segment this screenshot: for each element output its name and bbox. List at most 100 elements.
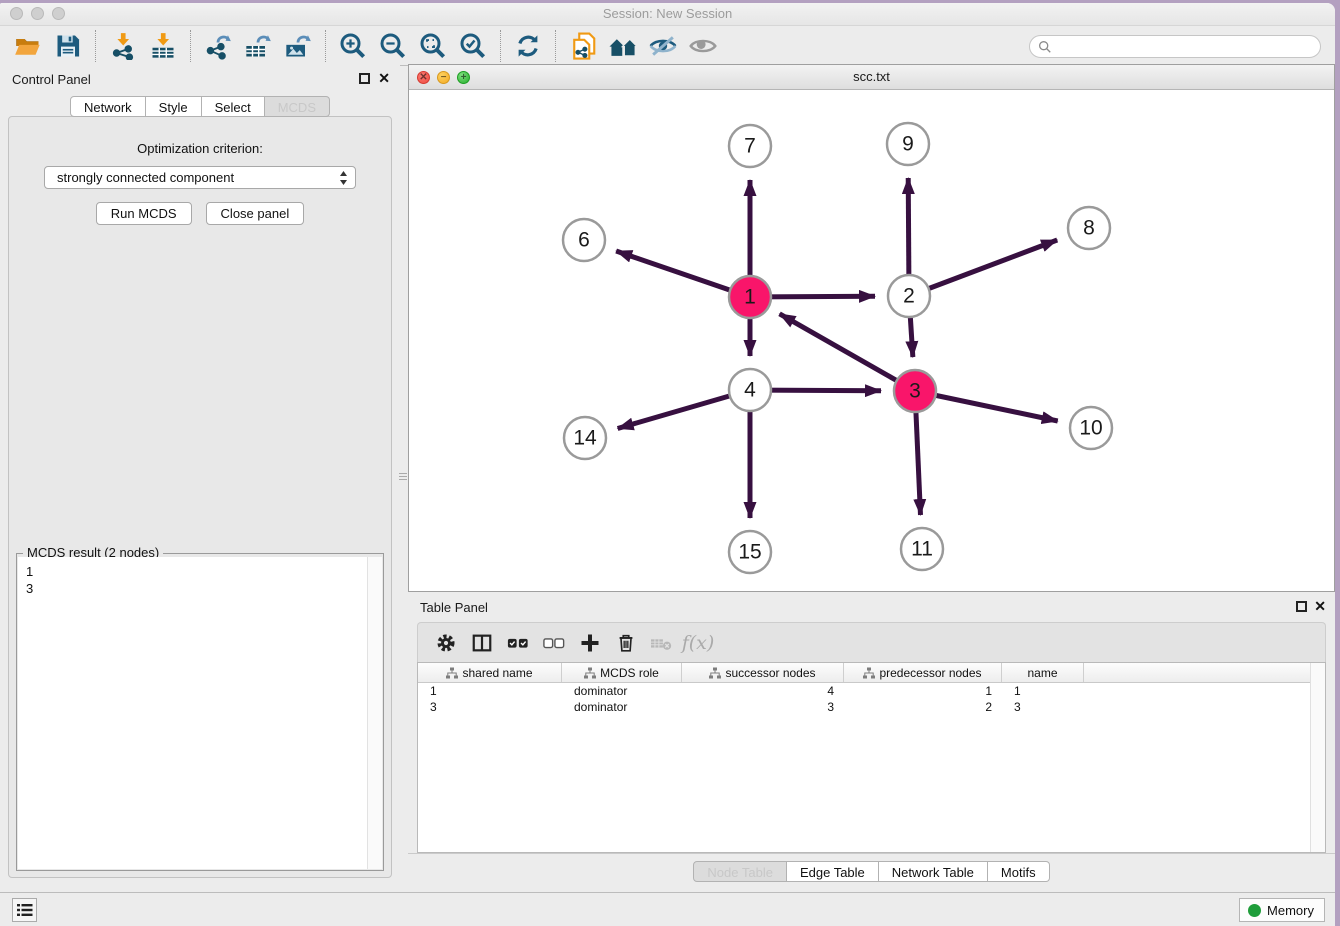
float-panel-icon[interactable] — [359, 73, 370, 84]
delete-column-button[interactable] — [608, 628, 644, 658]
network-canvas[interactable]: 7 9 6 8 1 2 4 3 14 10 15 11 — [409, 90, 1334, 591]
maximize-window-button[interactable] — [52, 7, 65, 20]
table-row: 1dominator411 — [418, 683, 1325, 699]
table-cell[interactable]: 1 — [1002, 683, 1084, 699]
network-minimize-button[interactable]: − — [437, 71, 450, 84]
network-window-titlebar[interactable]: ✕ − + scc.txt — [409, 65, 1334, 90]
graph-edge-2-8[interactable] — [909, 240, 1057, 296]
graph-node-9[interactable]: 9 — [887, 123, 929, 165]
graph-node-label: 9 — [902, 133, 914, 156]
table-cell[interactable]: 3 — [682, 699, 844, 715]
refresh-button[interactable] — [511, 29, 545, 63]
tab-select[interactable]: Select — [202, 96, 265, 117]
zoom-out-button[interactable] — [376, 29, 410, 63]
zoom-in-button[interactable] — [336, 29, 370, 63]
table-cell[interactable]: 1 — [418, 683, 562, 699]
table-cell[interactable]: 3 — [418, 699, 562, 715]
zoom-selected-button[interactable] — [456, 29, 490, 63]
result-lines: 13 — [18, 557, 382, 597]
copy-network-button[interactable] — [566, 29, 600, 63]
column-header-successor-nodes[interactable]: successor nodes — [682, 663, 844, 682]
graph-node-11[interactable]: 11 — [901, 528, 943, 570]
column-header-MCDS-role[interactable]: MCDS role — [562, 663, 682, 682]
column-header-predecessor-nodes[interactable]: predecessor nodes — [844, 663, 1002, 682]
graph-node-6[interactable]: 6 — [563, 219, 605, 261]
result-line[interactable]: 1 — [18, 563, 382, 580]
hide-details-button[interactable] — [646, 29, 680, 63]
run-mcds-button[interactable]: Run MCDS — [96, 202, 192, 225]
mcds-result-list[interactable]: 13 — [18, 557, 382, 869]
network-close-button[interactable]: ✕ — [417, 71, 430, 84]
split-columns-button[interactable] — [464, 628, 500, 658]
tab-motifs[interactable]: Motifs — [988, 861, 1050, 882]
tab-style[interactable]: Style — [146, 96, 202, 117]
result-line[interactable]: 3 — [18, 580, 382, 597]
column-type-icon — [446, 667, 458, 679]
import-network-button[interactable] — [106, 29, 140, 63]
export-table-icon — [244, 32, 272, 60]
graph-node-8[interactable]: 8 — [1068, 207, 1110, 249]
column-header-name[interactable]: name — [1002, 663, 1084, 682]
task-history-button[interactable] — [12, 898, 37, 922]
tab-network[interactable]: Network — [70, 96, 146, 117]
graph-node-label: 15 — [738, 541, 761, 564]
search-field[interactable] — [1029, 35, 1321, 58]
graph-node-4[interactable]: 4 — [729, 369, 771, 411]
vertical-splitter-handle[interactable] — [399, 469, 407, 483]
table-cell[interactable]: dominator — [562, 683, 682, 699]
close-table-panel-icon[interactable]: ✕ — [1314, 598, 1326, 614]
graph-edge-3-1[interactable] — [780, 314, 915, 391]
graph-node-10[interactable]: 10 — [1070, 407, 1112, 449]
column-header-shared-name[interactable]: shared name — [418, 663, 562, 682]
graph-node-7[interactable]: 7 — [729, 125, 771, 167]
table-cell[interactable]: dominator — [562, 699, 682, 715]
table-cell[interactable]: 4 — [682, 683, 844, 699]
graph-node-2[interactable]: 2 — [888, 275, 930, 317]
network-maximize-button[interactable]: + — [457, 71, 470, 84]
memory-button[interactable]: Memory — [1239, 898, 1325, 922]
table-settings-button[interactable] — [428, 628, 464, 658]
selected-option: strongly connected component — [57, 170, 234, 185]
tab-network-table[interactable]: Network Table — [879, 861, 988, 882]
graph-node-1[interactable]: 1 — [729, 276, 771, 318]
home-button[interactable] — [606, 29, 640, 63]
minimize-window-button[interactable] — [31, 7, 44, 20]
unselect-all-columns-button[interactable] — [536, 628, 572, 658]
export-table-button[interactable] — [241, 29, 275, 63]
graph-node-14[interactable]: 14 — [564, 417, 606, 459]
table-scrollbar[interactable] — [1310, 663, 1325, 852]
tab-mcds[interactable]: MCDS — [265, 96, 330, 117]
save-session-button[interactable] — [51, 29, 85, 63]
table-toolbar: f(x) — [417, 622, 1326, 662]
mcds-result-groupbox: MCDS result (2 nodes) 13 — [16, 553, 384, 871]
graph-node-15[interactable]: 15 — [729, 531, 771, 573]
split-columns-icon — [471, 632, 493, 654]
list-icon — [17, 903, 33, 917]
open-session-button[interactable] — [11, 29, 45, 63]
delete-table-icon — [649, 632, 675, 654]
close-panel-button[interactable]: Close panel — [206, 202, 305, 225]
create-column-button[interactable] — [572, 628, 608, 658]
table-cell[interactable]: 1 — [844, 683, 1002, 699]
export-network-button[interactable] — [201, 29, 235, 63]
close-window-button[interactable] — [10, 7, 23, 20]
table-cell[interactable]: 2 — [844, 699, 1002, 715]
import-table-button[interactable] — [146, 29, 180, 63]
column-header-label: MCDS role — [600, 666, 659, 680]
control-panel-tabs: NetworkStyleSelectMCDS — [0, 96, 400, 117]
export-image-button[interactable] — [281, 29, 315, 63]
float-table-panel-icon[interactable] — [1296, 601, 1307, 612]
result-scrollbar[interactable] — [367, 557, 382, 869]
graph-node-3[interactable]: 3 — [894, 370, 936, 412]
gear-icon — [435, 632, 457, 654]
zoom-fit-button[interactable] — [416, 29, 450, 63]
tab-edge-table[interactable]: Edge Table — [787, 861, 879, 882]
search-input[interactable] — [1057, 39, 1312, 54]
application-window: Session: New Session — [0, 3, 1335, 926]
select-all-columns-button[interactable] — [500, 628, 536, 658]
close-panel-icon[interactable]: ✕ — [378, 70, 390, 86]
tab-node-table[interactable]: Node Table — [693, 861, 787, 882]
show-details-button[interactable] — [686, 29, 720, 63]
table-cell[interactable]: 3 — [1002, 699, 1084, 715]
optimization-criterion-select[interactable]: strongly connected component — [44, 166, 356, 189]
